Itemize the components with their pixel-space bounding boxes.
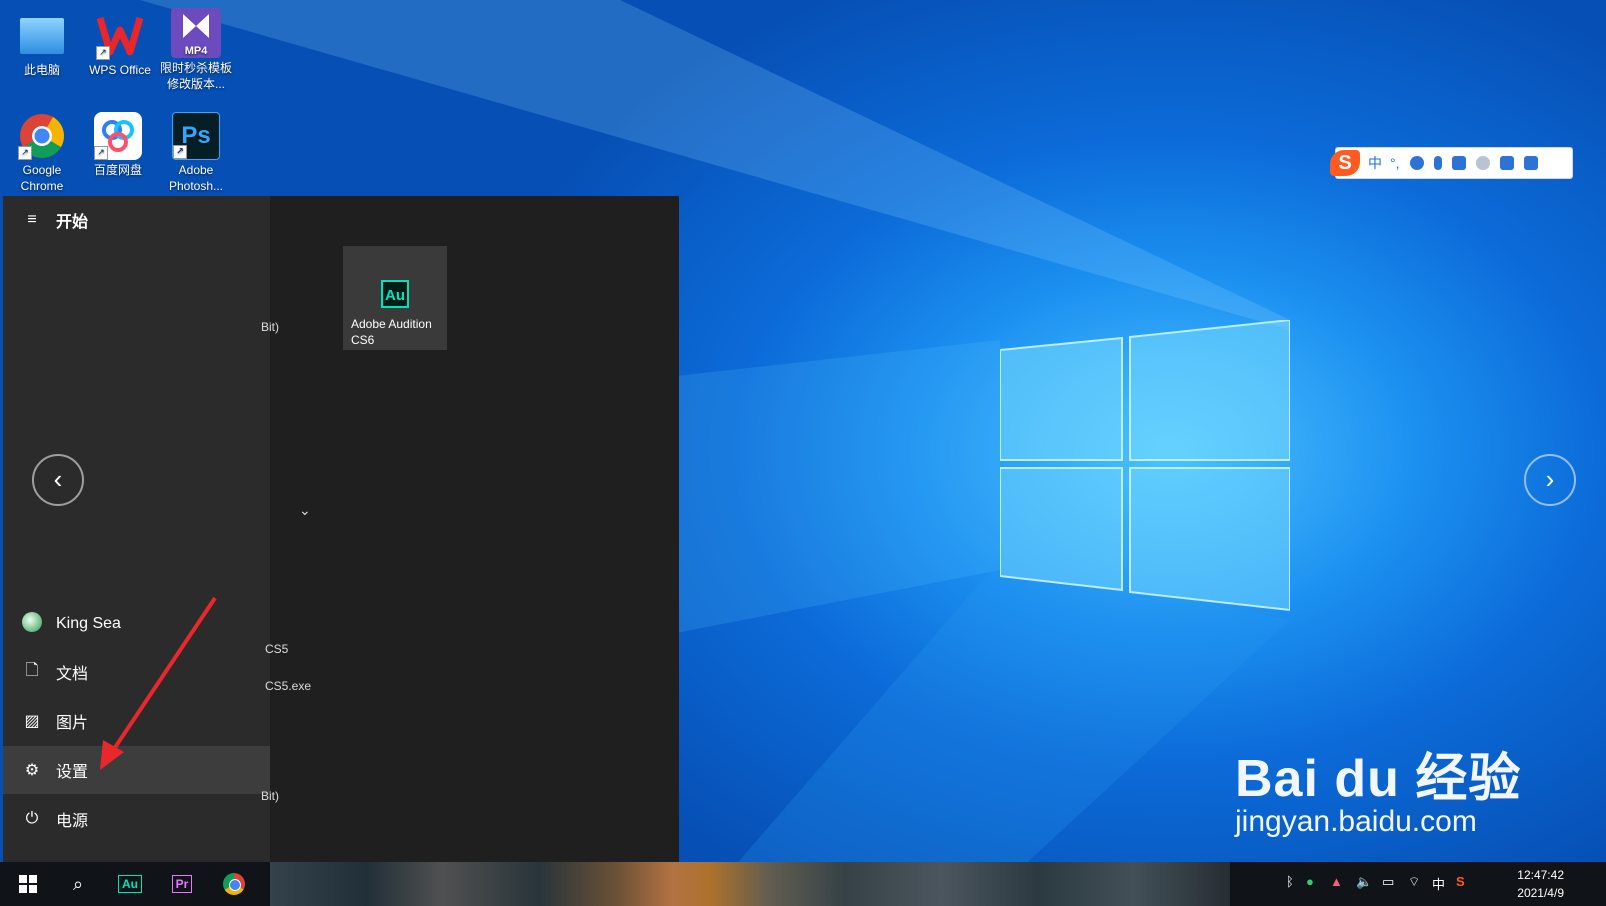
sidebar-item-power[interactable]: ⏻ 电源: [3, 795, 270, 843]
desktop-icon-adobe-photoshop[interactable]: Ps ↗ Adobe Photosh...: [156, 112, 236, 194]
photoshop-icon: Ps ↗: [172, 112, 220, 160]
wps-icon: ↗: [96, 12, 144, 60]
start-button[interactable]: [6, 862, 50, 906]
chrome-icon: [223, 873, 245, 895]
app-list-fragment[interactable]: CS5.exe: [265, 679, 311, 693]
desktop-icon-google-chrome[interactable]: ↗ Google Chrome: [2, 112, 82, 194]
desktop-icon-label: 百度网盘: [93, 163, 142, 177]
desktop-icon-label: 限时秒杀模板修改版本...: [159, 61, 232, 91]
app-list-fragment[interactable]: Bit): [261, 789, 279, 803]
keyboard-icon[interactable]: [1451, 156, 1466, 170]
search-button[interactable]: ⌕: [56, 862, 100, 906]
document-icon: 🗋: [25, 661, 39, 679]
desktop-icon-label: Adobe Photosh...: [168, 163, 224, 193]
wechat-icon[interactable]: ●: [1306, 874, 1314, 889]
clock-time: 12:47:42: [1517, 868, 1564, 882]
audition-icon: Au: [381, 280, 409, 308]
audition-icon: Au: [118, 875, 142, 893]
watermark-brand: Bai du 经验: [1235, 750, 1522, 808]
start-menu: ≡ 开始 King Sea 🗋 文档 ▨ 图片 ⚙ 设置 ⏻ 电源 Bit) ⌄…: [3, 196, 679, 862]
taskbar: ⌕ Au Pr ᛒ ● ▲ 🔈 ▭ ⌔ 中 S 12:47:42 2021/4/…: [0, 862, 1606, 906]
user-name: King Sea: [56, 615, 121, 632]
bluetooth-icon[interactable]: ᛒ: [1286, 874, 1294, 889]
desktop-icon-baidu-netdisk[interactable]: ↗ 百度网盘: [78, 112, 158, 178]
desktop-icon-this-pc[interactable]: 此电脑: [2, 12, 82, 78]
ime-mode[interactable]: 中: [1368, 153, 1382, 173]
picture-icon: ▨: [24, 713, 40, 730]
ime-toolbar[interactable]: S 中 °,: [1330, 147, 1573, 179]
microphone-icon[interactable]: [1433, 156, 1442, 170]
taskbar-clock[interactable]: 12:47:42 2021/4/9: [1517, 866, 1564, 902]
wifi-icon[interactable]: ⌔: [1408, 874, 1420, 890]
input-language-indicator[interactable]: 中: [1432, 874, 1445, 893]
sidebar-item-documents[interactable]: 🗋 文档: [3, 648, 270, 696]
sidebar-item-label: 文档: [56, 666, 89, 683]
tile-label: Adobe Audition CS6: [351, 317, 432, 347]
skin-shirt-icon[interactable]: [1499, 156, 1514, 170]
sidebar-item-label: 图片: [56, 715, 89, 732]
ime-punct[interactable]: °,: [1390, 155, 1400, 171]
desktop-icon-wps-office[interactable]: ↗ WPS Office: [80, 12, 160, 78]
baidu-jingyan-watermark: Bai du 经验 jingyan.baidu.com: [1235, 736, 1521, 839]
gear-icon: ⚙: [24, 762, 40, 779]
desktop-icon-mp4-template[interactable]: MP4 限时秒杀模板修改版本...: [156, 8, 236, 92]
battery-icon[interactable]: ▭: [1382, 874, 1394, 890]
toolbox-icon[interactable]: [1523, 156, 1538, 170]
baidu-netdisk-icon: ↗: [94, 112, 142, 160]
desktop-icon-label: 此电脑: [23, 63, 60, 77]
computer-icon: [20, 18, 64, 54]
blurred-taskbar-apps: [270, 862, 1230, 906]
chevron-down-icon[interactable]: ⌄: [299, 502, 311, 519]
user-account[interactable]: King Sea: [3, 600, 270, 648]
chrome-icon: ↗: [18, 112, 66, 160]
windows-start-icon: [19, 875, 37, 893]
desktop-icon-label: WPS Office: [89, 63, 151, 77]
sogou-tray-icon[interactable]: S: [1456, 874, 1465, 889]
taskbar-app-audition[interactable]: Au: [108, 862, 152, 906]
hamburger-menu-icon[interactable]: ≡: [20, 211, 44, 229]
start-header[interactable]: ≡ 开始: [3, 196, 270, 244]
user-icon[interactable]: [1475, 156, 1490, 170]
taskbar-app-chrome[interactable]: [212, 862, 256, 906]
mp4-file-icon: MP4: [171, 8, 221, 58]
emoji-icon[interactable]: [1409, 156, 1424, 170]
volume-icon[interactable]: 🔈: [1356, 874, 1372, 890]
sidebar-item-settings[interactable]: ⚙ 设置: [3, 746, 270, 794]
previous-button[interactable]: ‹: [32, 454, 84, 506]
tray-app-icon[interactable]: ▲: [1330, 874, 1343, 889]
sidebar-item-label: 电源: [56, 813, 89, 830]
app-list-fragment[interactable]: Bit): [261, 320, 279, 334]
premiere-icon: Pr: [171, 875, 193, 893]
app-list-fragment[interactable]: CS5: [265, 642, 288, 656]
tile-adobe-audition[interactable]: Au Adobe Audition CS6: [343, 246, 447, 350]
sidebar-item-pictures[interactable]: ▨ 图片: [3, 697, 270, 745]
start-title: 开始: [56, 214, 89, 231]
power-icon: ⏻: [25, 810, 39, 827]
sogou-logo-icon[interactable]: S: [1330, 150, 1360, 176]
desktop-icon-label: Google Chrome: [20, 163, 64, 193]
sidebar-item-label: 设置: [56, 764, 89, 781]
windows-logo-wallpaper: [1000, 320, 1290, 612]
avatar: [20, 611, 44, 637]
clock-date: 2021/4/9: [1517, 886, 1564, 900]
taskbar-app-premiere[interactable]: Pr: [160, 862, 204, 906]
search-icon: ⌕: [72, 873, 84, 894]
next-button[interactable]: ›: [1524, 454, 1576, 506]
start-menu-sidebar: ≡ 开始 King Sea 🗋 文档 ▨ 图片 ⚙ 设置 ⏻ 电源: [3, 196, 270, 862]
